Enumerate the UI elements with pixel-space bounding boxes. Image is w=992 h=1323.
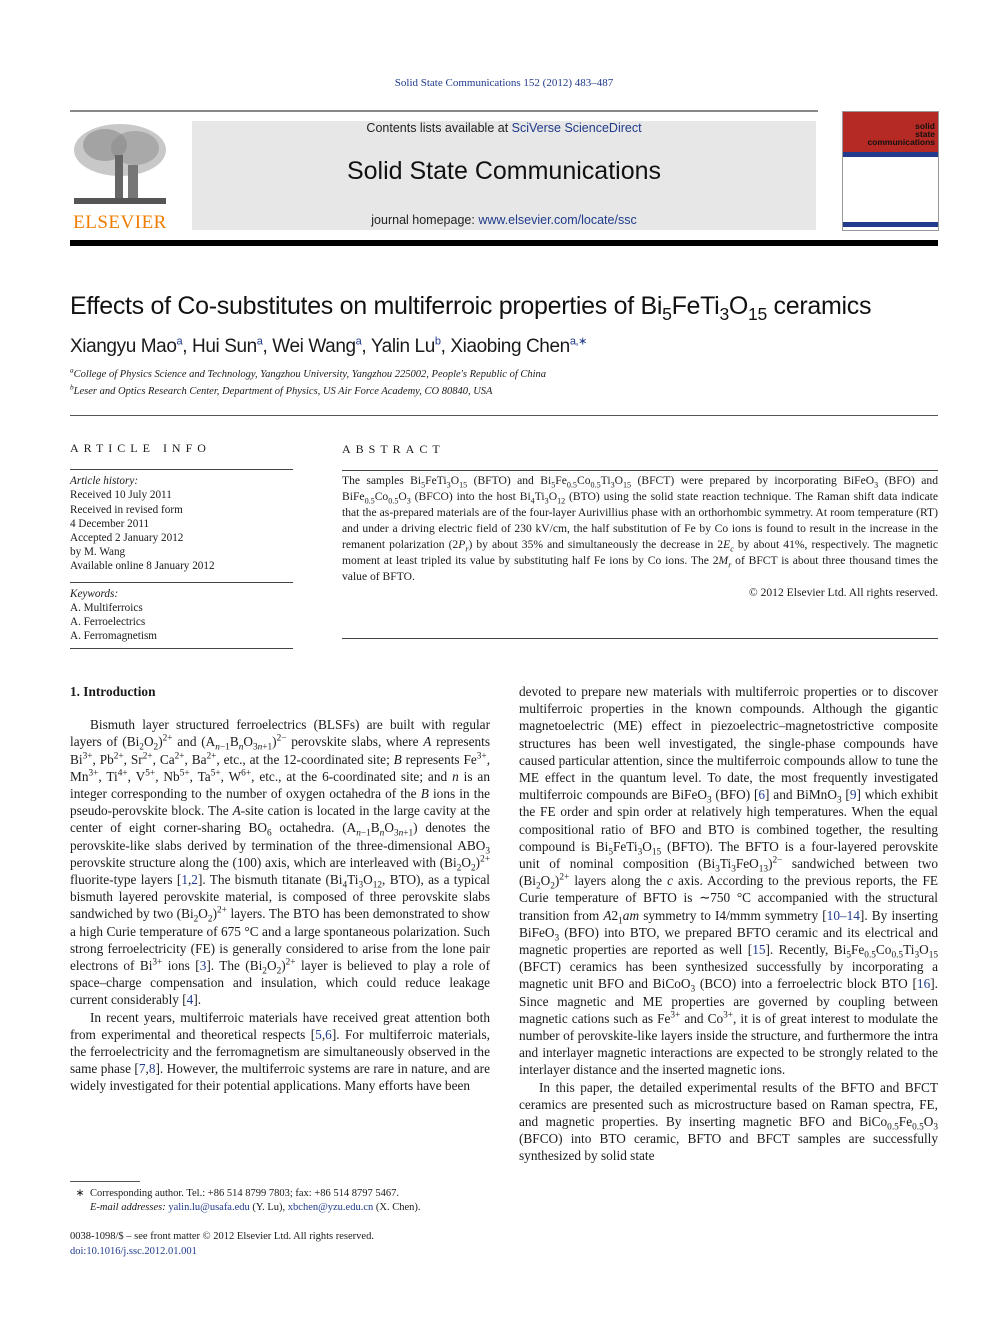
citation-link[interactable]: 3 xyxy=(200,958,207,973)
body-column-left: 1. Introduction Bismuth layer structured… xyxy=(70,683,490,1095)
history-item: Received in revised form xyxy=(70,503,183,516)
keywords-label: Keywords: xyxy=(70,587,119,600)
sciencedirect-link[interactable]: SciVerse ScienceDirect xyxy=(512,121,642,135)
keyword[interactable]: A. Ferroelectrics xyxy=(70,615,293,629)
header-thick-rule xyxy=(70,240,938,246)
citation-link[interactable]: 5 xyxy=(315,1027,322,1042)
abstract-heading: ABSTRACT xyxy=(342,442,445,456)
journal-cover-thumbnail[interactable]: solid state communications xyxy=(842,111,939,231)
doi-link[interactable]: doi:10.1016/j.ssc.2012.01.001 xyxy=(70,1246,197,1257)
citation-link[interactable]: 6 xyxy=(325,1027,332,1042)
corresponding-author: Corresponding author. Tel.: +86 514 8799… xyxy=(90,1188,399,1199)
journal-title: Solid State Communications xyxy=(346,157,662,185)
section-divider xyxy=(70,415,938,416)
article-info-heading: ARTICLE INFO xyxy=(70,441,211,455)
header-divider xyxy=(70,110,818,112)
journal-reference[interactable]: Solid State Communications 152 (2012) 48… xyxy=(0,77,992,89)
front-matter: 0038-1098/$ – see front matter © 2012 El… xyxy=(70,1229,500,1259)
cover-line: communications xyxy=(867,137,935,147)
history-item: 4 December 2011 xyxy=(70,517,150,530)
affiliation: bLeser and Optics Research Center, Depar… xyxy=(70,382,493,397)
cover-band xyxy=(843,152,938,157)
copyright: © 2012 Elsevier Ltd. All rights reserved… xyxy=(748,586,938,599)
author[interactable]: Hui Suna xyxy=(192,336,263,357)
citation-link[interactable]: 8 xyxy=(149,1061,156,1076)
footnote: ∗ Corresponding author. Tel.: +86 514 879… xyxy=(70,1187,500,1215)
abstract-section: ABSTRACT The samples Bi5FeTi3O15 (BFTO) … xyxy=(342,441,938,639)
body-text: Bismuth layer structured ferroelectrics … xyxy=(70,717,491,1094)
citation-link[interactable]: 16 xyxy=(917,976,930,991)
cover-band xyxy=(843,222,938,227)
body-column-right: devoted to prepare new materials with mu… xyxy=(519,683,938,1165)
contents-line: Contents lists available at SciVerse Sci… xyxy=(192,121,816,135)
email-link[interactable]: yalin.lu@usafa.edu xyxy=(168,1202,249,1213)
keyword[interactable]: A. Multiferroics xyxy=(70,601,293,615)
introduction-heading: 1. Introduction xyxy=(70,684,156,699)
rule xyxy=(70,469,293,471)
footnote-marker: ∗ xyxy=(75,1188,85,1199)
author[interactable]: Xiangyu Maoa xyxy=(70,336,183,357)
homepage-line: journal homepage: www.elsevier.com/locat… xyxy=(192,213,816,227)
author[interactable]: Yalin Lub xyxy=(371,336,441,357)
citation-link[interactable]: 6 xyxy=(758,787,765,802)
email-link[interactable]: xbchen@yzu.edu.cn xyxy=(288,1202,373,1213)
article-title: Effects of Co-substitutes on multiferroi… xyxy=(70,292,872,324)
author[interactable]: Wei Wanga xyxy=(272,336,361,357)
history-item: Available online 8 January 2012 xyxy=(70,560,215,573)
citation-link[interactable]: 4 xyxy=(187,992,194,1007)
contents-prefix: Contents lists available at xyxy=(366,121,512,135)
citation-link[interactable]: 10–14 xyxy=(827,908,860,923)
email-label: E-mail addresses: xyxy=(90,1202,166,1213)
homepage-link[interactable]: www.elsevier.com/locate/ssc xyxy=(478,213,636,227)
article-info: ARTICLE INFO Article history: Received 1… xyxy=(70,441,293,650)
elsevier-logo-text: ELSEVIER xyxy=(73,212,167,233)
author-list: Xiangyu Maoa, Hui Suna, Wei Wanga, Yalin… xyxy=(70,335,588,357)
cover-title: solid state communications xyxy=(867,122,935,147)
history-item: Accepted 2 January 2012 xyxy=(70,532,184,545)
affiliation: aCollege of Physics Science and Technolo… xyxy=(70,365,547,380)
author[interactable]: Xiaobing Chena,∗ xyxy=(450,336,587,357)
issn-line: 0038-1098/$ – see front matter © 2012 El… xyxy=(70,1231,374,1242)
citation-link[interactable]: 7 xyxy=(139,1061,146,1076)
history-item: by M. Wang xyxy=(70,546,126,559)
abstract-text: The samples Bi5FeTi3O15 (BFTO) and Bi5Fe… xyxy=(342,474,939,583)
keyword[interactable]: A. Ferromagnetism xyxy=(70,629,293,643)
history-item: Received 10 July 2011 xyxy=(70,489,172,502)
history-label: Article history: xyxy=(70,475,139,488)
rule xyxy=(70,648,293,650)
citation-link[interactable]: 1 xyxy=(181,872,188,887)
homepage-prefix: journal homepage: xyxy=(371,213,479,227)
rule xyxy=(342,638,938,639)
citation-link[interactable]: 9 xyxy=(850,787,857,802)
citation-link[interactable]: 2 xyxy=(191,872,198,887)
rule xyxy=(342,470,938,471)
citation-link[interactable]: 15 xyxy=(752,942,765,957)
rule xyxy=(70,581,293,583)
footnote-rule xyxy=(70,1181,140,1182)
body-text: devoted to prepare new materials with mu… xyxy=(519,684,938,1164)
